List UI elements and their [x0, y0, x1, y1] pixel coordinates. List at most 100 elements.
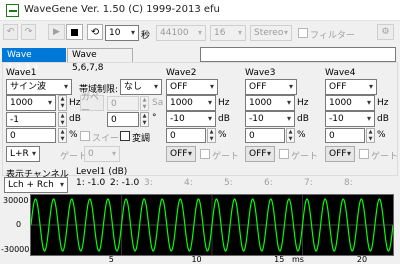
wave3-level-value: -10 [249, 114, 264, 124]
wave1-level-spinner[interactable]: ▲ ▼ [58, 112, 67, 127]
gate-value: 0 [88, 149, 94, 159]
wave4-level-unit: dB [377, 114, 389, 124]
sample-rate-value: 44100 [160, 28, 189, 38]
wave2-freq-input[interactable]: 1000 ▾ [166, 95, 216, 111]
wave3-type-value: OFF [249, 82, 267, 92]
filter-checkbox[interactable] [298, 28, 308, 38]
wave1-output-select[interactable]: L+R ▾ [6, 146, 40, 162]
wave3-gate-checkbox[interactable] [279, 149, 289, 159]
wave2-gate-checkbox[interactable] [200, 149, 210, 159]
modulate-checkbox[interactable] [120, 131, 130, 141]
wave2-duty-input[interactable]: 0 [166, 128, 206, 143]
chevron-down-icon: ▾ [197, 28, 202, 37]
chevron-down-icon: ▾ [59, 180, 64, 189]
chevron-down-icon: ▾ [237, 28, 242, 37]
wave1-freq-unit: Hz [69, 98, 81, 108]
band-limit-select[interactable]: なし ▾ [120, 79, 162, 95]
loop-button[interactable]: ⟲ [87, 24, 103, 40]
wave3-type-select[interactable]: OFF ▾ [245, 79, 297, 95]
chevron-down-icon: ▾ [130, 28, 135, 37]
chevron-down-icon: ▾ [346, 149, 351, 158]
wave4-duty-spinner[interactable]: ▲ ▼ [366, 128, 375, 143]
chevron-down-icon: ▾ [266, 149, 271, 158]
wave1-freq-input[interactable]: 1000 ▾ [6, 95, 56, 111]
wave1-duty-spinner[interactable]: ▲ ▼ [58, 128, 67, 143]
tab-wave-5-8[interactable]: Wave 5,6,7,8 [67, 48, 133, 73]
duration-value: 10 [109, 28, 121, 38]
settings-button[interactable]: ⚙ [377, 24, 394, 40]
wave1-level-unit: dB [69, 114, 81, 124]
wave4-gate-checkbox[interactable] [359, 149, 369, 159]
phase-spinner[interactable]: ▲ ▼ [140, 112, 149, 127]
wave3-level-unit: dB [297, 114, 309, 124]
wave1-level-input[interactable]: -1 [6, 112, 56, 127]
wave1-type-value: サイン波 [10, 82, 47, 92]
wave1-freq-spinner[interactable]: ▲ ▼ [58, 95, 67, 111]
chevron-down-icon: ▾ [286, 98, 291, 107]
wave2-duty-spinner[interactable]: ▲ ▼ [207, 128, 216, 143]
scope-x-tick: 5 [108, 255, 114, 264]
phase-input[interactable]: 0 [107, 112, 139, 127]
wave2-level-unit: dB [218, 114, 230, 124]
level-readout-6: 6: [264, 178, 273, 188]
channels-select[interactable]: Stereo ▾ [250, 25, 292, 41]
chevron-down-icon: ▾ [111, 149, 116, 158]
wave3-duty-input[interactable]: 0 [245, 128, 285, 143]
level-readout-5: 5: [224, 178, 233, 188]
wave4-level-input[interactable]: -10 ▾ [325, 111, 375, 127]
wave2-output-select[interactable]: OFF ▾ [166, 146, 196, 162]
scope-x-tick: 10 [191, 255, 202, 264]
wave4-level-value: -10 [329, 114, 344, 124]
bits-value: 16 [214, 28, 226, 38]
stop-button[interactable] [66, 24, 83, 40]
redo-icon[interactable]: ↷ [21, 24, 36, 40]
chevron-down-icon: ▾ [31, 149, 36, 158]
chevron-down-icon: ▾ [63, 82, 68, 91]
cycle-spinner[interactable]: ▲ ▼ [140, 96, 149, 111]
scope-x-axis: 5 10 15 20 ms [30, 255, 394, 264]
wave3-freq-input[interactable]: 1000 ▾ [245, 95, 295, 111]
tab-wave-1-4[interactable]: Wave 1,2,3,4 [2, 48, 66, 73]
wave2-type-select[interactable]: OFF ▾ [166, 79, 218, 95]
wave2-freq-unit: Hz [218, 98, 230, 108]
wave4-output-value: OFF [329, 149, 347, 159]
chevron-down-icon: ▾ [288, 82, 293, 91]
wave3-level-input[interactable]: -10 ▾ [245, 111, 295, 127]
wave4-duty-input[interactable]: 0 [325, 128, 365, 143]
wave4-freq-unit: Hz [377, 98, 389, 108]
wave1-freq-value: 1000 [10, 98, 33, 108]
play-button[interactable]: ▶ [48, 24, 65, 40]
sample-rate-select[interactable]: 44100 ▾ [156, 25, 206, 41]
duration-unit: 秒 [141, 31, 151, 41]
wave3-gate-label: ゲート [291, 152, 319, 162]
wave2-duty-unit: % [218, 130, 227, 140]
display-channel-select[interactable]: Lch + Rch ▾ [4, 177, 68, 193]
wave4-type-select[interactable]: OFF ▾ [325, 79, 377, 95]
wave3-output-value: OFF [249, 149, 267, 159]
wave2-level-input[interactable]: -10 ▾ [166, 111, 216, 127]
wave3-duty-spinner[interactable]: ▲ ▼ [286, 128, 295, 143]
wave1-type-select[interactable]: サイン波 ▾ [6, 79, 72, 95]
undo-icon[interactable]: ↶ [3, 24, 18, 40]
wave4-freq-input[interactable]: 1000 ▾ [325, 95, 375, 111]
chevron-down-icon: ▾ [366, 98, 371, 107]
gate-select[interactable]: 0 ▾ [84, 146, 120, 162]
scope-x-unit: ms [292, 255, 304, 264]
wave3-output-select[interactable]: OFF ▾ [245, 146, 275, 162]
sweep-checkbox[interactable] [80, 131, 90, 141]
level-title: Level1 (dB) [76, 167, 128, 177]
chevron-down-icon: ▾ [207, 114, 212, 123]
cycle-input[interactable]: 0 [107, 96, 139, 111]
settings-icon: ⚙ [381, 27, 390, 37]
wave2-level-value: -10 [170, 114, 185, 124]
duration-select[interactable]: 10 ▾ [105, 25, 139, 41]
wave4-output-select[interactable]: OFF ▾ [325, 146, 355, 162]
cycle-button[interactable]: ガベー [80, 93, 104, 116]
band-limit-value: なし [124, 82, 143, 92]
chevron-down-icon: ▾ [47, 98, 52, 107]
bits-select[interactable]: 16 ▾ [210, 25, 246, 41]
wave3-duty-unit: % [297, 130, 306, 140]
comment-input[interactable] [200, 47, 396, 62]
scope-y-bot: -30000 [1, 245, 30, 254]
wave1-duty-input[interactable]: 0 [6, 128, 56, 143]
